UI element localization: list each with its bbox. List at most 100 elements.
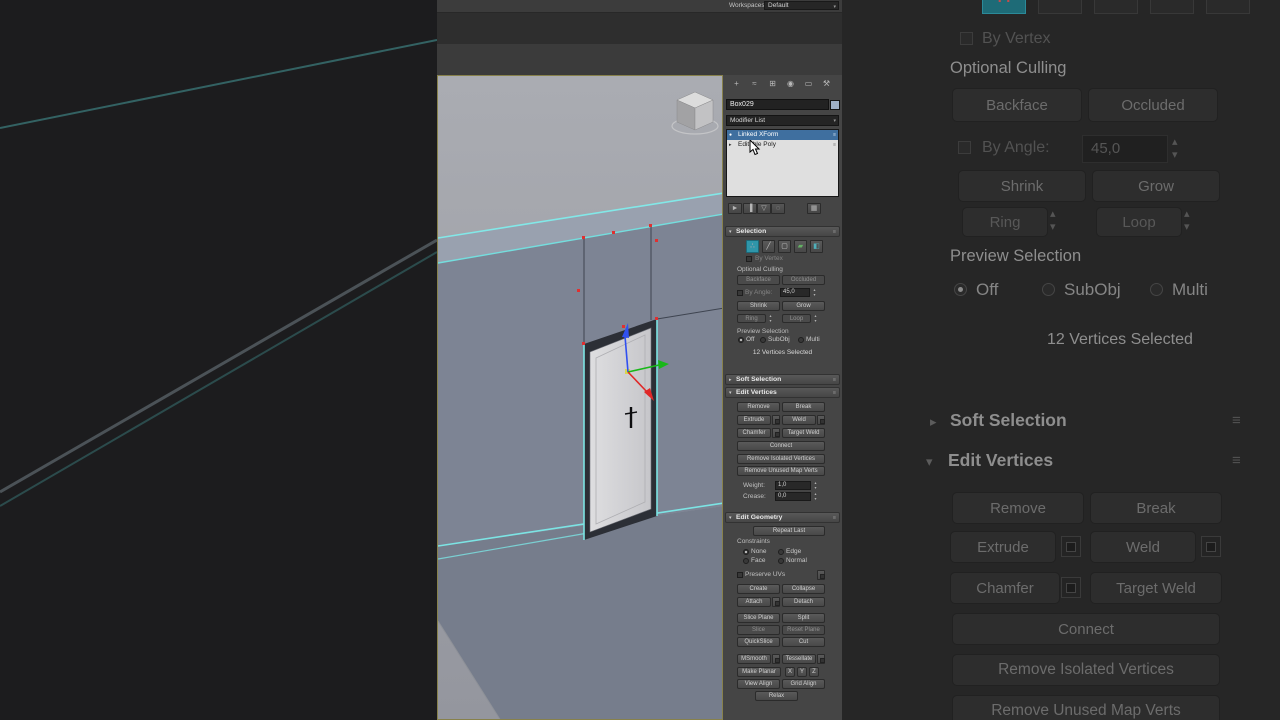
detach-button[interactable]: Detach [782, 597, 825, 607]
rollout-selection[interactable]: ▾ Selection ≡ [725, 226, 840, 237]
constraint-edge-radio[interactable] [778, 549, 784, 555]
relax-button[interactable]: Relax [755, 691, 798, 701]
msmooth-settings-button[interactable] [772, 654, 780, 664]
vertex-subobject-button[interactable]: ∴ [746, 240, 759, 253]
by-vertex-checkbox[interactable] [746, 256, 752, 262]
spinner-down-icon[interactable]: ▾ [812, 318, 819, 324]
break-button[interactable]: Break [782, 402, 825, 412]
msmooth-button[interactable]: MSmooth [737, 654, 771, 664]
stack-row-menu-icon[interactable]: ≡ [833, 130, 836, 140]
preserve-uvs-settings-button[interactable] [817, 570, 825, 580]
cut-button[interactable]: Cut [782, 637, 825, 647]
create-tab-icon[interactable]: + [729, 77, 744, 90]
edge-subobject-button[interactable]: ╱ [762, 240, 775, 253]
spinner-down-icon[interactable]: ▾ [812, 485, 819, 491]
chamfer-button[interactable]: Chamfer [737, 428, 771, 438]
ring-spinner-arrows[interactable]: ▴ ▾ [767, 313, 774, 324]
preview-subobj-radio[interactable] [760, 337, 766, 343]
stack-row-menu-icon[interactable]: ≡ [833, 140, 836, 150]
stack-row-editable-poly[interactable]: ▸ Editable Poly ≡ [727, 140, 838, 150]
shrink-button[interactable]: Shrink [737, 301, 780, 311]
constraint-none-radio[interactable] [743, 549, 749, 555]
remove-unused-map-verts-button[interactable]: Remove Unused Map Verts [737, 466, 825, 476]
expand-arrow-icon[interactable]: ▸ [729, 140, 732, 150]
weight-spinner[interactable]: 1,0 [775, 481, 811, 490]
remove-button[interactable]: Remove [737, 402, 780, 412]
extrude-settings-button[interactable] [772, 415, 780, 425]
rollout-soft-selection[interactable]: ▸ Soft Selection ≡ [725, 374, 840, 385]
by-angle-spinner-arrows[interactable]: ▴ ▾ [811, 287, 818, 298]
target-weld-button[interactable]: Target Weld [782, 428, 825, 438]
by-angle-spinner[interactable]: 45,0 [780, 288, 810, 297]
show-end-result-icon[interactable]: ▐ [743, 203, 757, 214]
planar-x-button[interactable]: X [785, 667, 795, 677]
extrude-button[interactable]: Extrude [737, 415, 771, 425]
remove-isolated-vertices-button[interactable]: Remove Isolated Vertices [737, 454, 825, 464]
create-button[interactable]: Create [737, 584, 780, 594]
make-planar-button[interactable]: Make Planar [737, 667, 781, 677]
loop-button[interactable]: Loop [782, 314, 811, 323]
pin-stack-icon[interactable]: ► [728, 203, 742, 214]
ring-button[interactable]: Ring [737, 314, 766, 323]
element-subobject-button[interactable]: ◧ [810, 240, 823, 253]
weight-spinner-arrows[interactable]: ▴ ▾ [812, 480, 819, 491]
slice-button[interactable]: Slice [737, 625, 780, 635]
grow-button[interactable]: Grow [782, 301, 825, 311]
object-color-swatch[interactable] [830, 100, 840, 110]
grid-align-button[interactable]: Grid Align [782, 679, 825, 689]
collapse-button[interactable]: Collapse [782, 584, 825, 594]
spinner-down-icon[interactable]: ▾ [767, 318, 774, 324]
crease-spinner[interactable]: 0,0 [775, 492, 811, 501]
chamfer-settings-button[interactable] [772, 428, 780, 438]
preview-off-radio[interactable] [738, 337, 744, 343]
modify-tab-icon[interactable]: ≈ [747, 77, 762, 90]
occluded-button[interactable]: Occluded [782, 275, 825, 285]
slice-plane-button[interactable]: Slice Plane [737, 613, 780, 623]
by-angle-label: By Angle: [745, 289, 773, 296]
constraint-normal-radio[interactable] [778, 558, 784, 564]
tessellate-button[interactable]: Tessellate [782, 654, 816, 664]
attach-button[interactable]: Attach [737, 597, 771, 607]
polygon-subobject-button[interactable]: ▰ [794, 240, 807, 253]
object-name-field[interactable] [726, 99, 829, 110]
remove-modifier-icon[interactable]: ◌ [771, 203, 785, 214]
preview-multi-radio[interactable] [798, 337, 804, 343]
visibility-eye-icon[interactable]: ● [729, 130, 732, 140]
attach-settings-button[interactable] [772, 597, 780, 607]
remove-button-large: Remove [952, 492, 1084, 524]
utilities-tab-icon[interactable]: ⚒ [819, 77, 834, 90]
workspaces-dropdown[interactable]: Default ▾ [764, 1, 839, 10]
connect-button[interactable]: Connect [737, 441, 825, 451]
repeat-last-button[interactable]: Repeat Last [753, 526, 825, 536]
backface-button[interactable]: Backface [737, 275, 780, 285]
perspective-viewport[interactable] [437, 75, 723, 720]
constraint-face-radio[interactable] [743, 558, 749, 564]
weld-button[interactable]: Weld [782, 415, 816, 425]
view-align-button[interactable]: View Align [737, 679, 780, 689]
rollout-edit-vertices[interactable]: ▾ Edit Vertices ≡ [725, 387, 840, 398]
weld-settings-button[interactable] [817, 415, 825, 425]
configure-modifier-sets-icon[interactable]: ▦ [807, 203, 821, 214]
wall-front-face[interactable] [438, 214, 723, 546]
spinner-down-icon[interactable]: ▾ [811, 292, 818, 298]
reset-plane-button[interactable]: Reset Plane [782, 625, 825, 635]
border-subobject-button[interactable]: ▢ [778, 240, 791, 253]
display-tab-icon[interactable]: ▭ [801, 77, 816, 90]
tessellate-settings-button[interactable] [817, 654, 825, 664]
preserve-uvs-checkbox[interactable] [737, 572, 743, 578]
loop-spinner-arrows[interactable]: ▴ ▾ [812, 313, 819, 324]
spinner-down-icon[interactable]: ▾ [812, 496, 819, 502]
motion-tab-icon[interactable]: ◉ [783, 77, 798, 90]
rollout-edit-geometry[interactable]: ▾ Edit Geometry ≡ [725, 512, 840, 523]
planar-z-button[interactable]: Z [809, 667, 819, 677]
hierarchy-tab-icon[interactable]: ⊞ [765, 77, 780, 90]
stack-row-linked-xform[interactable]: ● Linked XForm ≡ [727, 130, 838, 140]
make-unique-icon[interactable]: ▽ [757, 203, 771, 214]
quickslice-button[interactable]: QuickSlice [737, 637, 780, 647]
door-panel[interactable] [589, 327, 652, 533]
planar-y-button[interactable]: Y [797, 667, 807, 677]
modifier-list-dropdown[interactable]: Modifier List ▾ [726, 115, 839, 126]
split-button[interactable]: Split [782, 613, 825, 623]
crease-spinner-arrows[interactable]: ▴ ▾ [812, 491, 819, 502]
by-angle-checkbox[interactable] [737, 290, 743, 296]
